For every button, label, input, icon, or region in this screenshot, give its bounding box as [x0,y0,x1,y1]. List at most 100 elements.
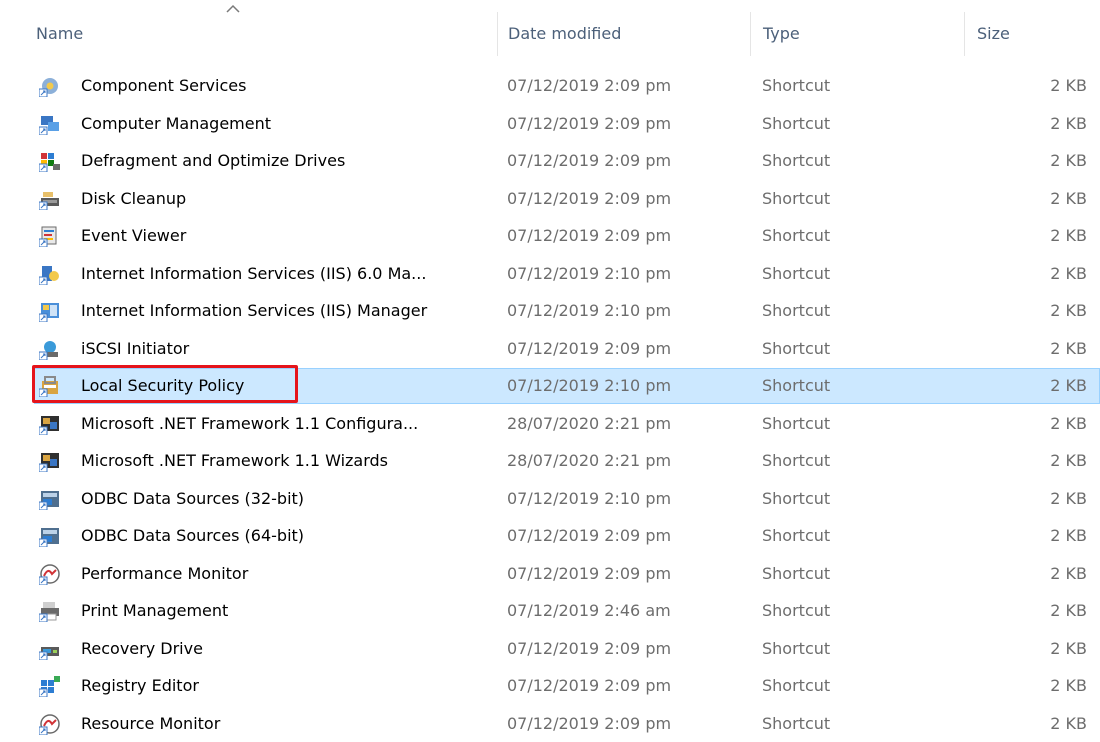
file-name: ODBC Data Sources (32-bit) [81,489,305,508]
file-date-modified: 07/12/2019 2:10 pm [507,376,672,395]
file-date-modified: 07/12/2019 2:09 pm [507,639,672,658]
file-name: Recovery Drive [81,639,203,658]
file-date-modified: 07/12/2019 2:09 pm [507,714,672,733]
file-type: Shortcut [762,451,831,470]
file-row[interactable]: iSCSI Initiator 07/12/2019 2:09 pm Shortcu… [34,331,1100,367]
file-name: Internet Information Services (IIS) Mana… [81,301,428,320]
event-viewer-icon [39,226,57,247]
file-size: 2 KB [1050,526,1087,545]
iis6-manager-icon [39,266,59,285]
file-row[interactable]: Registry Editor 07/12/2019 2:09 pm Shortcu… [34,668,1100,704]
file-size: 2 KB [1050,264,1087,283]
file-type: Shortcut [762,151,831,170]
file-name: Disk Cleanup [81,189,187,208]
file-type: Shortcut [762,414,831,433]
file-date-modified: 28/07/2020 2:21 pm [507,451,672,470]
file-date-modified: 07/12/2019 2:09 pm [507,526,672,545]
file-type: Shortcut [762,526,831,545]
file-size: 2 KB [1050,189,1087,208]
disk-cleanup-icon [39,192,59,210]
file-name: Resource Monitor [81,714,221,733]
file-size: 2 KB [1050,151,1087,170]
file-row[interactable]: ODBC Data Sources (64-bit) 07/12/2019 2:0… [34,518,1100,554]
file-type: Shortcut [762,489,831,508]
file-size: 2 KB [1050,489,1087,508]
file-row[interactable]: Disk Cleanup 07/12/2019 2:09 pm Shortcut 2 … [34,181,1100,217]
file-date-modified: 07/12/2019 2:46 am [507,601,671,620]
file-row[interactable]: Internet Information Services (IIS) Mana… [34,293,1100,329]
file-size: 2 KB [1050,226,1087,245]
file-type: Shortcut [762,639,831,658]
file-row[interactable]: Microsoft .NET Framework 1.1 Configura..… [34,406,1100,442]
file-name: Performance Monitor [81,564,249,583]
file-size: 2 KB [1050,639,1087,658]
file-size: 2 KB [1050,414,1087,433]
file-row[interactable]: Print Management 07/12/2019 2:46 am Shortc… [34,593,1100,629]
file-name: Event Viewer [81,226,187,245]
file-row[interactable]: Event Viewer 07/12/2019 2:09 pm Shortcut 2 … [34,218,1100,254]
file-size: 2 KB [1050,601,1087,620]
file-date-modified: 07/12/2019 2:09 pm [507,76,672,95]
computer-management-icon [39,116,59,135]
defragment-icon [39,153,60,172]
file-row[interactable]: Computer Management 07/12/2019 2:09 pm Sho… [34,106,1100,142]
print-management-icon [39,602,59,622]
odbc-32-icon [39,491,59,510]
sort-ascending-chevron-icon[interactable] [224,3,242,15]
file-name: Local Security Policy [81,376,245,395]
file-type: Shortcut [762,114,831,133]
file-name: Microsoft .NET Framework 1.1 Configura..… [81,414,419,433]
file-name: Computer Management [81,114,272,133]
performance-monitor-icon [39,564,60,585]
file-size: 2 KB [1050,301,1087,320]
file-name: Component Services [81,76,247,95]
column-header-bar: Name Date modified Type Size [0,0,1100,68]
file-size: 2 KB [1050,114,1087,133]
file-type: Shortcut [762,601,831,620]
column-header-type[interactable]: Type [763,24,800,43]
file-row[interactable]: ODBC Data Sources (32-bit) 07/12/2019 2:1… [34,481,1100,517]
column-divider[interactable] [750,12,751,56]
file-row[interactable]: Internet Information Services (IIS) 6.0 … [34,256,1100,292]
file-size: 2 KB [1050,451,1087,470]
file-type: Shortcut [762,76,831,95]
file-type: Shortcut [762,676,831,695]
file-row[interactable]: Local Security Policy 07/12/2019 2:10 pm S… [34,368,1100,404]
file-name: iSCSI Initiator [81,339,190,358]
file-date-modified: 07/12/2019 2:09 pm [507,339,672,358]
file-date-modified: 28/07/2020 2:21 pm [507,414,672,433]
iis-manager-icon [39,303,59,322]
column-divider[interactable] [497,12,498,56]
file-type: Shortcut [762,189,831,208]
file-type: Shortcut [762,226,831,245]
file-row[interactable]: Component Services 07/12/2019 2:09 pm Shor… [34,68,1100,104]
file-type: Shortcut [762,339,831,358]
file-row[interactable]: Microsoft .NET Framework 1.1 Wizards 28/0… [34,443,1100,479]
column-header-name[interactable]: Name [36,24,83,43]
iscsi-initiator-icon [39,341,58,360]
column-divider[interactable] [964,12,965,56]
file-name: Internet Information Services (IIS) 6.0 … [81,264,427,283]
file-date-modified: 07/12/2019 2:09 pm [507,676,672,695]
file-size: 2 KB [1050,339,1087,358]
file-row[interactable]: Performance Monitor 07/12/2019 2:09 pm Sho… [34,556,1100,592]
file-row[interactable]: Defragment and Optimize Drives 07/12/2019… [34,143,1100,179]
column-header-date-modified[interactable]: Date modified [508,24,621,43]
column-header-size[interactable]: Size [977,24,1010,43]
file-date-modified: 07/12/2019 2:10 pm [507,301,672,320]
file-type: Shortcut [762,264,831,283]
file-row[interactable]: Recovery Drive 07/12/2019 2:09 pm Shortcut… [34,631,1100,667]
component-services-icon [39,78,58,97]
file-type: Shortcut [762,714,831,733]
file-date-modified: 07/12/2019 2:09 pm [507,114,672,133]
file-date-modified: 07/12/2019 2:09 pm [507,226,672,245]
file-type: Shortcut [762,564,831,583]
dotnet-wizards-icon [39,453,59,472]
odbc-64-icon [39,528,59,547]
file-name: Defragment and Optimize Drives [81,151,346,170]
file-date-modified: 07/12/2019 2:09 pm [507,151,672,170]
resource-monitor-icon [39,714,60,735]
file-size: 2 KB [1050,376,1087,395]
file-row[interactable]: Resource Monitor 07/12/2019 2:09 pm Shortc… [34,706,1100,742]
file-name: ODBC Data Sources (64-bit) [81,526,305,545]
